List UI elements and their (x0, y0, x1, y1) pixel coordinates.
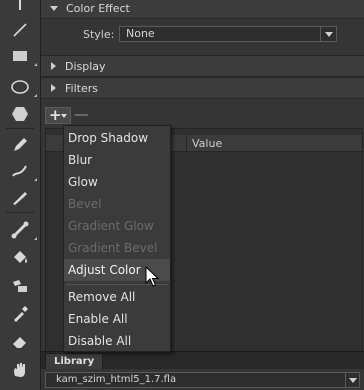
mouse-pointer-icon (145, 266, 159, 287)
add-filter-button[interactable]: + (45, 106, 71, 124)
menu-item-drop-shadow[interactable]: Drop Shadow (64, 127, 170, 149)
spray-brush-tool-icon[interactable] (7, 185, 33, 209)
oval-tool-icon[interactable] (7, 75, 37, 99)
menu-item-gradient-bevel: Gradient Bevel (68, 241, 158, 255)
library-tab-bar: Library (41, 351, 364, 371)
display-header[interactable]: Display (41, 55, 364, 77)
style-dropdown[interactable]: None (119, 26, 337, 42)
line-tool-icon[interactable] (7, 18, 33, 42)
dropdown-arrow-icon (61, 114, 67, 118)
brush-tool-icon[interactable] (7, 159, 37, 183)
library-document-name: kam_szim_html5_1.7.fla (56, 374, 177, 385)
display-title: Display (65, 59, 106, 73)
menu-item-bevel: Bevel (68, 197, 102, 211)
ink-bottle-tool-icon[interactable] (7, 273, 33, 297)
library-document-row: kam_szim_html5_1.7.fla (41, 369, 364, 390)
chevron-down-icon (320, 27, 336, 41)
bone-tool-icon[interactable] (7, 218, 37, 242)
filter-menu: Drop Shadow Blur Glow Bevel Gradient Glo… (63, 125, 171, 352)
color-effect-title: Color Effect (66, 1, 130, 15)
remove-filter-button[interactable]: — (73, 107, 90, 124)
tools-panel (0, 0, 41, 390)
polystar-tool-icon[interactable] (7, 102, 33, 126)
menu-item-remove-all[interactable]: Remove All (64, 286, 170, 308)
collapse-triangle-icon (51, 84, 56, 92)
pencil-tool-icon[interactable] (7, 133, 33, 157)
filters-header[interactable]: Filters (41, 77, 364, 99)
menu-item-glow[interactable]: Glow (64, 171, 170, 193)
column-divider (186, 135, 187, 151)
menu-item-enable-all[interactable]: Enable All (64, 308, 170, 330)
style-label: Style: (83, 28, 115, 41)
chevron-down-icon (345, 373, 359, 387)
eyedropper-tool-icon[interactable] (7, 302, 33, 326)
text-tool-icon[interactable] (7, 0, 33, 18)
style-value: None (126, 27, 155, 40)
menu-item-blur[interactable]: Blur (64, 149, 170, 171)
hand-tool-icon[interactable] (7, 358, 33, 382)
plus-icon: + (49, 106, 62, 124)
menu-item-disable-all[interactable]: Disable All (64, 330, 170, 352)
color-effect-header[interactable]: Color Effect (41, 0, 364, 19)
menu-item-gradient-glow: Gradient Glow (68, 219, 154, 233)
library-document-dropdown[interactable]: kam_szim_html5_1.7.fla (45, 372, 360, 388)
paint-bucket-tool-icon[interactable] (7, 245, 33, 269)
filters-title: Filters (65, 81, 98, 95)
expand-triangle-icon (50, 5, 58, 11)
filters-toolbar: + — (41, 104, 364, 126)
collapse-triangle-icon (51, 62, 56, 70)
value-column-header: Value (192, 137, 223, 150)
eraser-tool-icon[interactable] (7, 329, 33, 353)
rectangle-tool-icon[interactable] (7, 44, 37, 68)
style-row: Style: None (41, 24, 364, 46)
